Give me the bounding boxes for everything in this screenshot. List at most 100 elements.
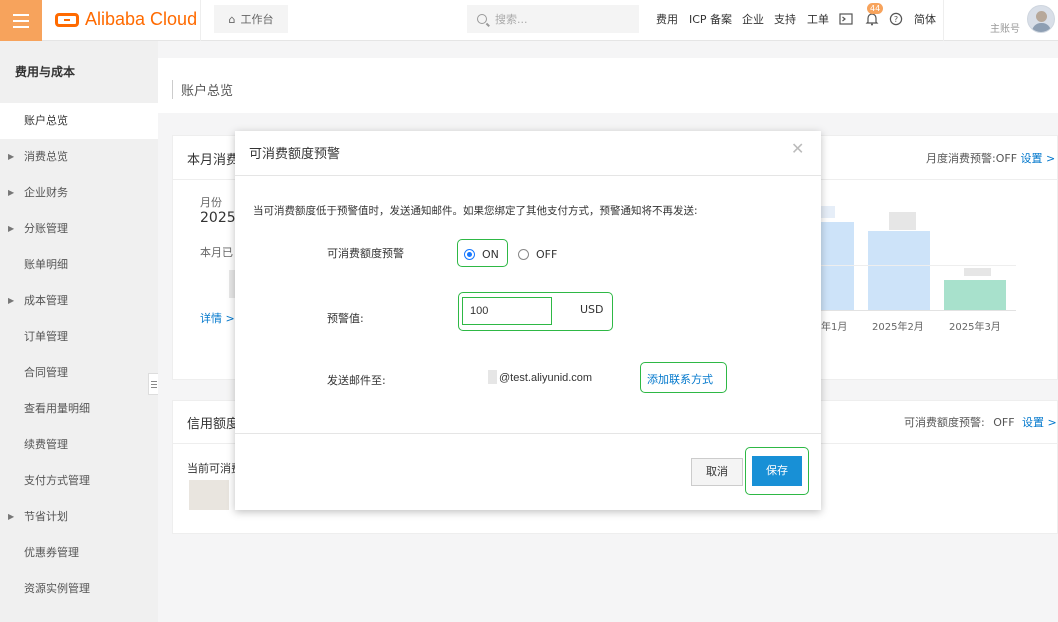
month-value: 2025 <box>200 210 236 226</box>
threshold-unit: USD <box>580 303 604 316</box>
sidebar-item[interactable]: ▶ 分账管理 <box>0 211 158 247</box>
search-icon <box>477 14 487 24</box>
sidebar-item-label: 账单明细 <box>24 258 68 271</box>
nav-link-enterprise[interactable]: 企业 <box>742 11 764 27</box>
search-input[interactable]: 搜索... <box>467 5 639 33</box>
terminal-icon[interactable] <box>839 12 853 26</box>
sidebar-item[interactable]: 合同管理 <box>0 355 158 391</box>
sidebar-item[interactable]: 资源实例管理 <box>0 571 158 607</box>
threshold-label: 预警值: <box>327 312 364 325</box>
sidebar-item-label: 支付方式管理 <box>24 474 90 487</box>
chart-bar-mar <box>944 280 1006 310</box>
svg-text:?: ? <box>894 15 898 24</box>
chevron-right-icon: ▶ <box>8 224 15 233</box>
sidebar-item-label: 订单管理 <box>24 330 68 343</box>
sidebar-item[interactable]: 查看用量明细 <box>0 391 158 427</box>
sidebar-item-label: 优惠券管理 <box>24 546 79 559</box>
divider <box>200 0 201 41</box>
page-header <box>158 58 1058 113</box>
sidebar-item[interactable]: 支付方式管理 <box>0 463 158 499</box>
redacted-value <box>889 212 916 230</box>
chart-axis <box>821 310 1016 311</box>
axis-label-feb: 2025年2月 <box>872 322 924 333</box>
sidebar-item[interactable]: ▶ 消费总览 <box>0 139 158 175</box>
redacted-value <box>821 206 835 218</box>
month-label: 月份 <box>200 196 222 209</box>
sidebar-item-label: 消费总览 <box>24 150 68 163</box>
sidebar-item-label: 账户总览 <box>24 114 68 127</box>
chevron-right-icon: ▶ <box>8 152 15 161</box>
sidebar-item[interactable]: 账户总览 <box>0 103 158 139</box>
sidebar-item[interactable]: ▶ 企业财务 <box>0 175 158 211</box>
close-icon[interactable]: ✕ <box>791 139 804 158</box>
sidebar-item-label: 续费管理 <box>24 438 68 451</box>
home-icon: ⌂ <box>228 12 236 26</box>
help-icon[interactable]: ? <box>889 12 903 26</box>
sidebar-item[interactable]: 续费管理 <box>0 427 158 463</box>
workbench-button[interactable]: ⌂ 工作台 <box>214 5 288 33</box>
nav-link-ticket[interactable]: 工单 <box>807 11 829 27</box>
axis-label-jan: 年1月 <box>821 322 848 333</box>
page-title: 账户总览 <box>172 80 233 99</box>
radio-selected-icon <box>464 249 475 260</box>
monthly-spend-heading: 本月消费 <box>187 153 240 168</box>
monthly-alert-settings-link[interactable]: 设置 > <box>1021 152 1056 165</box>
logo-icon <box>55 12 79 27</box>
details-link[interactable]: 详情 > <box>200 310 235 326</box>
threshold-input[interactable]: 100 <box>462 297 552 325</box>
nav-link-icp[interactable]: ICP 备案 <box>689 11 732 27</box>
sidebar-item-label: 节省计划 <box>24 510 68 523</box>
credit-heading: 信用额度 <box>187 417 240 432</box>
chevron-right-icon: ▶ <box>8 188 15 197</box>
sidebar-item[interactable]: ▶ 节省计划 <box>0 499 158 535</box>
bell-icon[interactable] <box>865 12 879 26</box>
sidebar-item-label: 资源实例管理 <box>24 582 90 595</box>
sidebar-item-label: 分账管理 <box>24 222 68 235</box>
chart-bar-jan <box>821 222 854 310</box>
nav-link-billing[interactable]: 费用 <box>656 11 678 27</box>
avatar[interactable] <box>1027 5 1055 33</box>
gridline <box>821 265 1016 266</box>
alert-toggle-label: 可消费额度预警 <box>327 247 404 260</box>
current-credit-label: 当前可消费 <box>187 462 242 475</box>
redacted-value <box>488 370 497 384</box>
radio-unselected-icon <box>518 249 529 260</box>
email-label: 发送邮件至: <box>327 374 386 387</box>
credit-alert-dialog: 可消费额度预警 ✕ 当可消费额度低于预警值时，发送通知邮件。如果您绑定了其他支付… <box>235 131 821 510</box>
email-value: @test.aliyunid.com <box>499 372 593 384</box>
redacted-value <box>964 268 991 276</box>
axis-label-mar: 2025年3月 <box>949 322 1001 333</box>
account-type-label: 主账号 <box>990 24 1020 35</box>
chevron-right-icon: ▶ <box>8 512 15 521</box>
credit-alert-status: 可消费额度预警: OFF 设置 > <box>904 416 1057 429</box>
credit-alert-settings-link[interactable]: 设置 > <box>1022 416 1057 429</box>
month-spent-label: 本月已 <box>200 246 233 259</box>
divider <box>943 0 944 41</box>
radio-off[interactable]: OFF <box>518 248 557 261</box>
chevron-right-icon: ▶ <box>8 296 15 305</box>
sidebar-item-label: 合同管理 <box>24 366 68 379</box>
alibaba-cloud-logo[interactable]: Alibaba Cloud <box>55 9 197 30</box>
add-contact-link[interactable]: 添加联系方式 <box>647 371 713 387</box>
sidebar-item[interactable]: 优惠券管理 <box>0 535 158 571</box>
language-switch[interactable]: 简体 <box>914 11 936 27</box>
redacted-value <box>189 480 229 510</box>
dialog-title: 可消费额度预警 <box>249 147 341 162</box>
sidebar-item-label: 查看用量明细 <box>24 402 90 415</box>
dialog-description: 当可消费额度低于预警值时，发送通知邮件。如果您绑定了其他支付方式，预警通知将不再… <box>253 205 698 217</box>
sidebar-item[interactable]: ▶ 成本管理 <box>0 283 158 319</box>
divider <box>235 175 821 176</box>
top-bar: Alibaba Cloud ⌂ 工作台 搜索... 费用 ICP 备案 企业 支… <box>0 0 1058 41</box>
sidebar-item[interactable]: 账单明细 <box>0 247 158 283</box>
cancel-button[interactable]: 取消 <box>691 458 743 486</box>
nav-link-support[interactable]: 支持 <box>774 11 796 27</box>
sidebar-item[interactable]: 订单管理 <box>0 319 158 355</box>
sidebar-item-label: 企业财务 <box>24 186 68 199</box>
save-button[interactable]: 保存 <box>752 456 802 486</box>
radio-on[interactable]: ON <box>464 248 499 261</box>
chart-bar-feb <box>868 231 930 310</box>
sidebar-title: 费用与成本 <box>15 65 76 79</box>
menu-icon[interactable] <box>0 0 42 41</box>
divider <box>235 433 821 434</box>
notification-badge: 44 <box>867 3 884 14</box>
